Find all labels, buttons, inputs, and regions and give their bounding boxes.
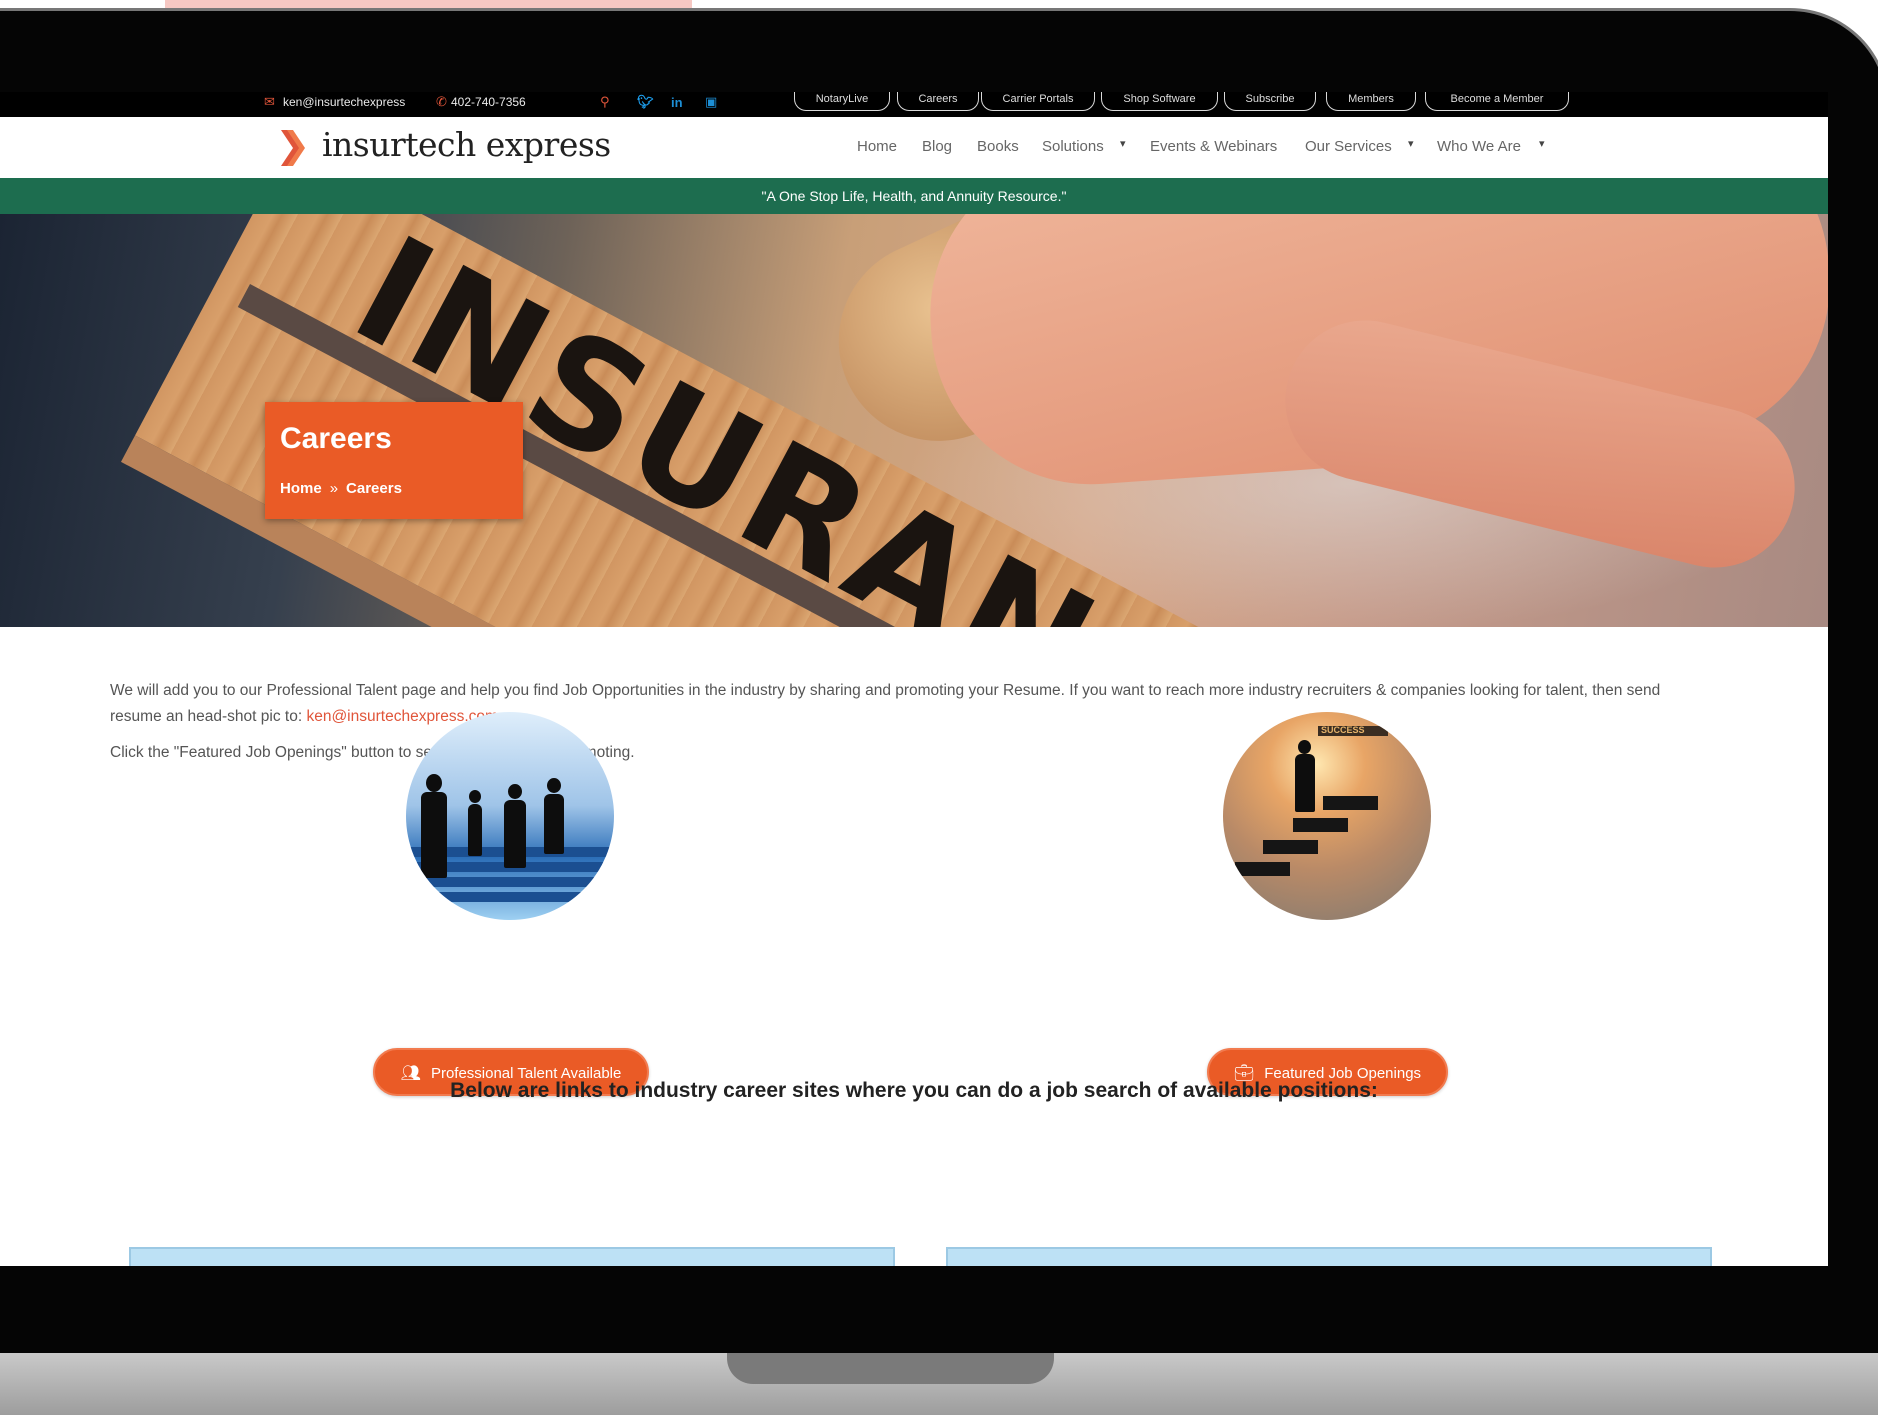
nav-solutions[interactable]: Solutions xyxy=(1042,138,1104,155)
breadcrumb-separator: » xyxy=(329,480,339,497)
utility-button-carrier-portals[interactable]: Carrier Portals xyxy=(981,92,1095,111)
page-title: Careers xyxy=(280,422,392,455)
browser-screen: ✉ ken@insurtechexpress ✆ 402-740-7356 ⚲ … xyxy=(0,92,1828,1266)
nav-who-we-are[interactable]: Who We Are xyxy=(1437,138,1521,155)
caret-down-icon: ▾ xyxy=(1120,137,1126,150)
career-sites-heading: Below are links to industry career sites… xyxy=(450,1079,1378,1102)
chevron-logo-icon[interactable] xyxy=(281,130,305,166)
nav-books[interactable]: Books xyxy=(977,138,1019,155)
nav-blog[interactable]: Blog xyxy=(922,138,952,155)
site-header: insurtech express Home Blog Books Soluti… xyxy=(0,117,1828,178)
breadcrumb-home[interactable]: Home xyxy=(280,480,322,497)
career-site-card-right[interactable] xyxy=(946,1247,1712,1266)
nav-our-services[interactable]: Our Services xyxy=(1305,138,1392,155)
utility-email[interactable]: ken@insurtechexpress xyxy=(283,95,405,109)
nav-events-webinars[interactable]: Events & Webinars xyxy=(1150,138,1277,155)
nav-home[interactable]: Home xyxy=(857,138,897,155)
utility-button-subscribe[interactable]: Subscribe xyxy=(1224,92,1316,111)
utility-button-shop-software[interactable]: Shop Software xyxy=(1101,92,1218,111)
breadcrumb: Home » Careers xyxy=(280,480,402,497)
utility-button-notarylive[interactable]: NotaryLive xyxy=(794,92,890,111)
utility-phone[interactable]: 402-740-7356 xyxy=(451,95,526,109)
utility-bar: ✉ ken@insurtechexpress ✆ 402-740-7356 ⚲ … xyxy=(0,92,1828,117)
utility-button-careers[interactable]: Careers xyxy=(897,92,979,111)
linkedin-icon[interactable]: in xyxy=(671,95,683,110)
caret-down-icon: ▾ xyxy=(1408,137,1414,150)
laptop-notch xyxy=(727,1353,1054,1384)
featured-jobs-image[interactable]: SUCCESS xyxy=(1223,712,1431,920)
mail-icon: ✉ xyxy=(264,95,275,110)
page-title-box: Careers Home » Careers xyxy=(265,402,523,519)
career-site-card-left[interactable] xyxy=(129,1247,895,1266)
logo-text[interactable]: insurtech express xyxy=(322,125,611,164)
phone-icon: ✆ xyxy=(436,95,447,110)
intro-paragraph: We will add you to our Professional Tale… xyxy=(110,678,1690,730)
utility-button-members[interactable]: Members xyxy=(1326,92,1416,111)
youtube-icon[interactable]: ▣ xyxy=(705,95,717,110)
twitter-icon[interactable]: 🐦︎ xyxy=(637,95,654,110)
featured-jobs-note: Click the "Featured Job Openings" button… xyxy=(110,744,635,761)
background-strip xyxy=(165,0,692,8)
tagline-bar: "A One Stop Life, Health, and Annuity Re… xyxy=(0,178,1828,214)
search-icon[interactable]: ⚲ xyxy=(600,95,610,110)
professional-talent-image[interactable] xyxy=(406,712,614,920)
breadcrumb-current: Careers xyxy=(346,480,402,497)
caret-down-icon: ▾ xyxy=(1539,137,1545,150)
utility-button-become-member[interactable]: Become a Member xyxy=(1425,92,1569,111)
tagline-text: "A One Stop Life, Health, and Annuity Re… xyxy=(761,188,1067,204)
success-sign-text: SUCCESS xyxy=(1321,725,1365,735)
